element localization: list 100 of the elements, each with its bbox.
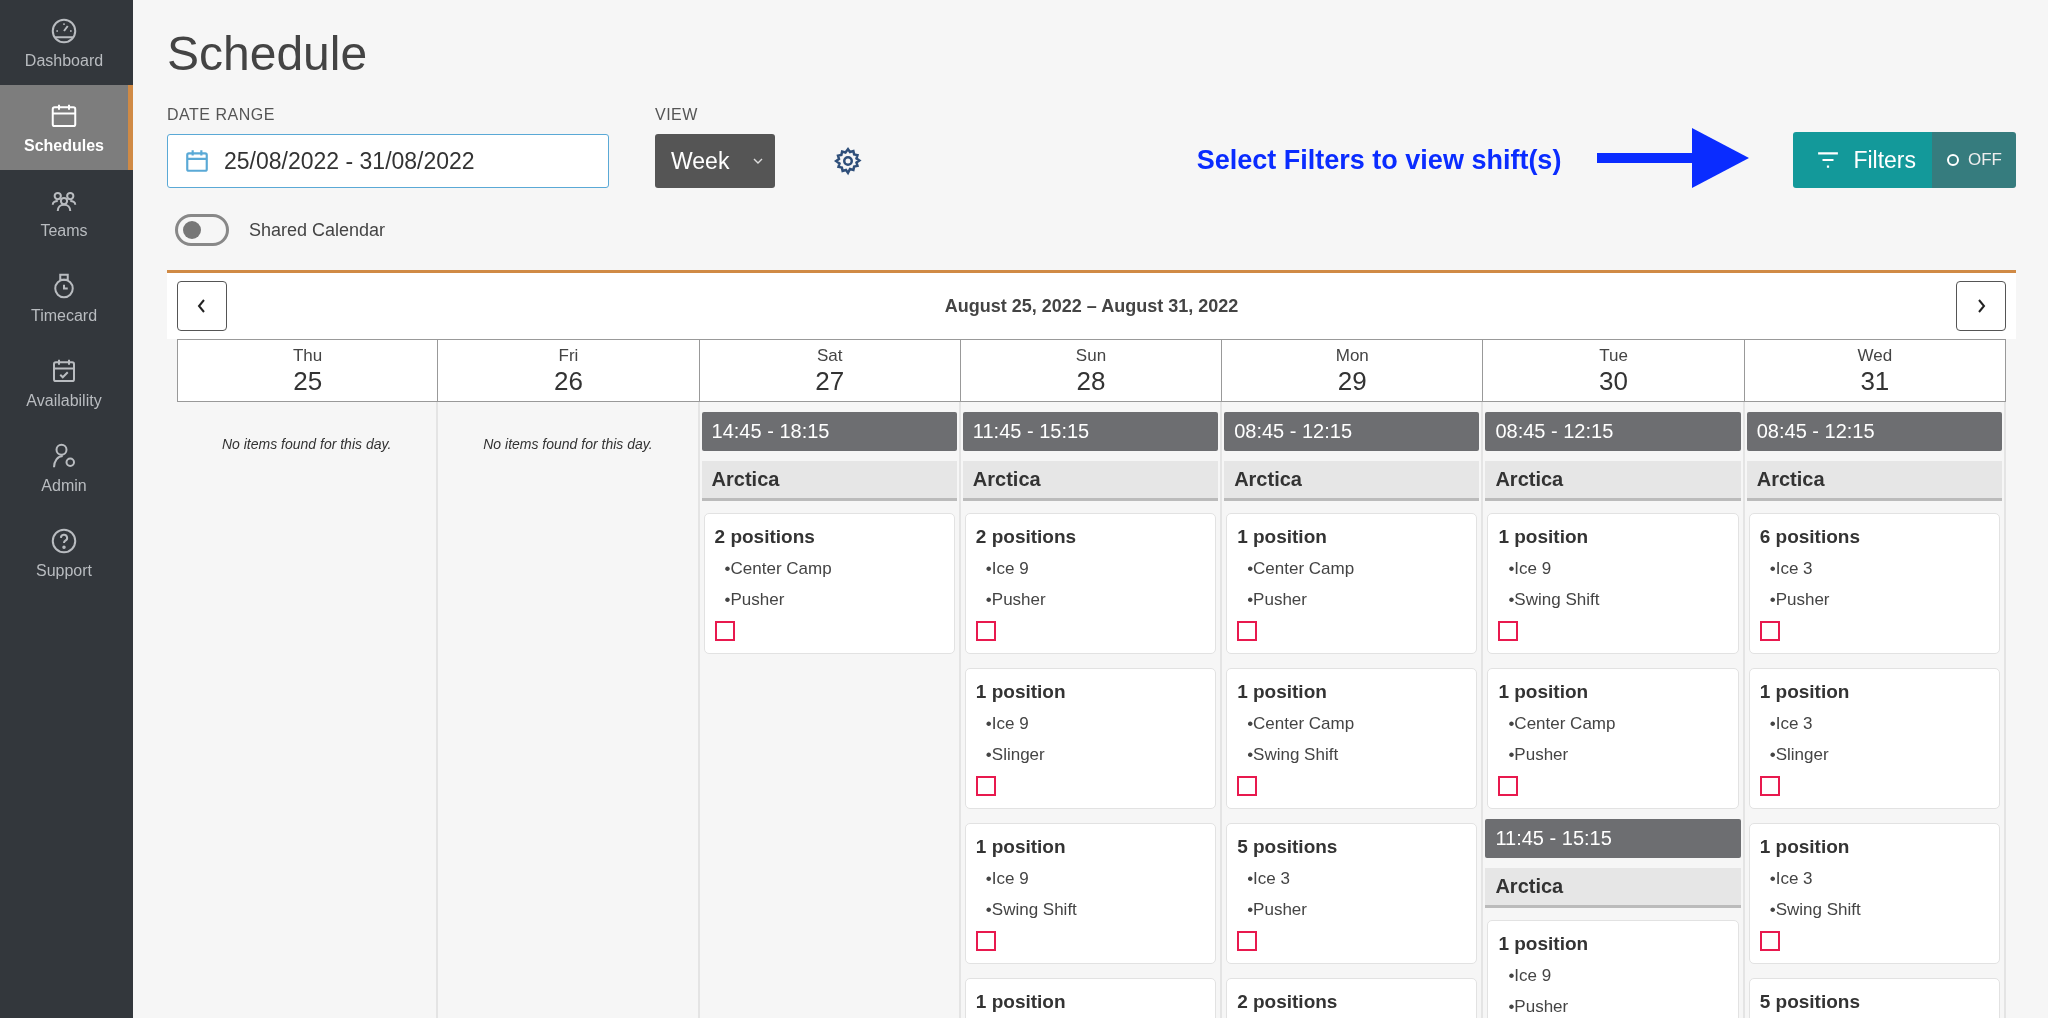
checkbox[interactable] bbox=[1237, 776, 1258, 796]
position-card[interactable]: 1 position •Ice 9 •Pusher bbox=[1487, 920, 1739, 1018]
position-item: •Swing Shift bbox=[1507, 590, 1601, 610]
position-card[interactable]: 1 position •Ice 9 •Swing Shift bbox=[1487, 513, 1739, 654]
day-header: Tue 30 bbox=[1483, 339, 1745, 402]
sidebar-item[interactable]: Availability bbox=[0, 340, 133, 425]
checkbox[interactable] bbox=[1759, 621, 1780, 641]
sidebar-item[interactable]: Admin bbox=[0, 425, 133, 510]
position-item: •Slinger bbox=[984, 745, 1046, 765]
day-header: Fri 26 bbox=[438, 339, 700, 402]
week-range-title: August 25, 2022 – August 31, 2022 bbox=[944, 295, 1239, 317]
shift-time-bar[interactable]: 11:45 - 15:15 bbox=[1485, 819, 1741, 858]
position-item: •Ice 9 bbox=[984, 559, 1030, 579]
chevron-right-icon bbox=[1976, 298, 1986, 314]
day-header: Mon 29 bbox=[1222, 339, 1484, 402]
checkbox[interactable] bbox=[975, 776, 996, 796]
shift-time-bar[interactable]: 14:45 - 18:15 bbox=[701, 412, 957, 451]
position-card[interactable]: 1 position •Center Camp •Swing Shift bbox=[1226, 668, 1478, 809]
position-item: •Pusher bbox=[984, 590, 1047, 610]
position-card[interactable]: 2 positions bbox=[1226, 978, 1478, 1018]
position-card[interactable]: 1 position •Center Camp •Pusher bbox=[1487, 668, 1739, 809]
arrow-icon bbox=[1597, 128, 1750, 188]
position-card[interactable]: 1 position •Ice 9 •Slinger bbox=[964, 668, 1217, 809]
position-card[interactable]: 6 positions •Ice 3 •Pusher bbox=[1748, 513, 2000, 654]
checkbox[interactable] bbox=[714, 621, 735, 641]
shift-time-bar[interactable]: 08:45 - 12:15 bbox=[1746, 412, 2002, 451]
position-item: •Swing Shift bbox=[1768, 900, 1862, 920]
position-count: 1 position bbox=[975, 991, 1067, 1013]
position-count: 1 position bbox=[1759, 836, 1851, 858]
position-item: •Pusher bbox=[1507, 997, 1570, 1017]
location-header: Arctica bbox=[1485, 868, 1741, 908]
sidebar-item[interactable]: Support bbox=[0, 510, 133, 595]
position-item: •Center Camp bbox=[723, 559, 833, 579]
position-item: •Pusher bbox=[1246, 590, 1308, 610]
position-item: •Swing Shift bbox=[984, 900, 1078, 920]
position-count: 2 positions bbox=[714, 526, 816, 548]
position-card[interactable]: 1 position •Ice 3 •Slinger bbox=[1748, 668, 2000, 809]
position-item: •Pusher bbox=[1507, 745, 1570, 765]
filters-toggle[interactable]: OFF bbox=[1932, 132, 2016, 188]
position-count: 5 positions bbox=[1759, 991, 1861, 1013]
position-item: •Ice 3 bbox=[1246, 869, 1291, 889]
position-item: •Center Camp bbox=[1246, 559, 1356, 579]
position-count: 2 positions bbox=[1237, 991, 1339, 1013]
shared-calendar-switch[interactable] bbox=[175, 214, 229, 246]
position-card[interactable]: 1 position •Center Camp •Pusher bbox=[1226, 513, 1478, 654]
checkbox[interactable] bbox=[1759, 776, 1780, 796]
settings-icon[interactable] bbox=[833, 146, 863, 176]
calendar-icon bbox=[184, 148, 210, 174]
position-card[interactable]: 2 positions •Ice 9 •Pusher bbox=[964, 513, 1217, 654]
position-count: 1 position bbox=[1237, 526, 1328, 548]
position-card[interactable]: 1 position bbox=[964, 978, 1217, 1018]
position-card[interactable]: 5 positions •Ice 3 •Pusher bbox=[1226, 823, 1478, 964]
location-header: Arctica bbox=[701, 461, 957, 501]
position-count: 1 position bbox=[975, 836, 1067, 858]
sidebar-item[interactable]: Schedules bbox=[0, 85, 133, 170]
previous-week-button[interactable] bbox=[177, 281, 227, 331]
date-range-label: DATE RANGE bbox=[167, 106, 275, 124]
view-label: VIEW bbox=[655, 106, 698, 124]
shared-calendar-label: Shared Calendar bbox=[249, 219, 386, 241]
toggle-ring-icon bbox=[1946, 153, 1960, 167]
position-item: •Ice 3 bbox=[1768, 869, 1814, 889]
shift-time-bar[interactable]: 11:45 - 15:15 bbox=[962, 412, 1219, 451]
position-item: •Ice 9 bbox=[984, 869, 1030, 889]
position-item: •Ice 3 bbox=[1768, 714, 1814, 734]
position-count: 1 position bbox=[1759, 681, 1851, 703]
sidebar-item[interactable]: Timecard bbox=[0, 255, 133, 340]
shift-time-bar[interactable]: 08:45 - 12:15 bbox=[1224, 412, 1480, 451]
caret-icon bbox=[753, 158, 763, 164]
location-header: Arctica bbox=[962, 461, 1219, 501]
position-count: 1 position bbox=[975, 681, 1067, 703]
position-count: 1 position bbox=[1498, 526, 1590, 548]
checkbox[interactable] bbox=[1759, 931, 1780, 951]
position-item: •Pusher bbox=[1246, 900, 1308, 920]
position-count: 5 positions bbox=[1237, 836, 1339, 858]
position-item: •Pusher bbox=[723, 590, 786, 610]
position-count: 2 positions bbox=[975, 526, 1078, 548]
day-header: Sat 27 bbox=[699, 339, 961, 402]
checkbox[interactable] bbox=[975, 931, 996, 951]
shift-time-bar[interactable]: 08:45 - 12:15 bbox=[1485, 412, 1741, 451]
date-range-field[interactable]: 25/08/2022 - 31/08/2022 bbox=[167, 134, 609, 188]
position-card[interactable]: 1 position •Ice 9 •Swing Shift bbox=[964, 823, 1217, 964]
position-item: •Swing Shift bbox=[1246, 745, 1340, 765]
position-card[interactable]: 1 position •Ice 3 •Swing Shift bbox=[1748, 823, 2000, 964]
checkbox[interactable] bbox=[975, 621, 996, 641]
next-week-button[interactable] bbox=[1956, 281, 2006, 331]
checkbox[interactable] bbox=[1498, 621, 1519, 641]
checkbox[interactable] bbox=[1498, 776, 1519, 796]
annotation-text: Select Filters to view shift(s) bbox=[1196, 145, 1562, 176]
location-header: Arctica bbox=[1746, 461, 2002, 501]
checkbox[interactable] bbox=[1237, 621, 1258, 641]
position-card[interactable]: 2 positions •Center Camp •Pusher bbox=[703, 513, 955, 654]
sidebar-item[interactable]: Teams bbox=[0, 170, 133, 255]
position-count: 1 position bbox=[1498, 933, 1590, 955]
sidebar-item[interactable]: Dashboard bbox=[0, 0, 133, 85]
filter-icon bbox=[1817, 151, 1840, 169]
checkbox[interactable] bbox=[1237, 931, 1258, 951]
position-item: •Ice 9 bbox=[1507, 559, 1553, 579]
view-select[interactable]: Week bbox=[655, 134, 775, 188]
position-item: •Center Camp bbox=[1246, 714, 1356, 734]
position-card[interactable]: 5 positions bbox=[1748, 978, 2000, 1018]
